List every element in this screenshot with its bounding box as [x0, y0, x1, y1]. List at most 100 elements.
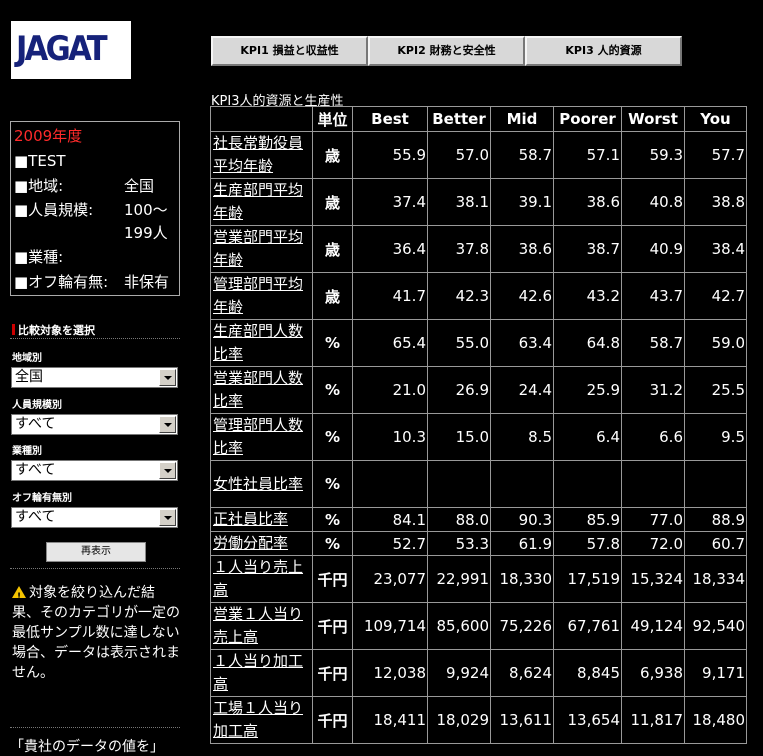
- value-cell: 8.5: [490, 413, 554, 461]
- value-cell: 23,077: [352, 555, 428, 603]
- value-cell: 57.1: [553, 131, 622, 179]
- metric-name-link[interactable]: １人当り加工高: [210, 649, 313, 697]
- tab-kpi3[interactable]: KPI3 人的資源: [525, 36, 682, 66]
- value-cell: 15.0: [427, 413, 491, 461]
- value-cell: 41.7: [352, 272, 428, 320]
- kpi-table: 単位 Best Better Mid Poorer Worst You 社長常勤役員平均年齢…: [210, 106, 747, 744]
- metric-name-link[interactable]: 管理部門人数比率: [210, 413, 313, 461]
- offset-key: ■オフ輪有無:: [14, 273, 109, 291]
- value-cell: 37.8: [427, 225, 491, 273]
- table-row: 女性社員比率%: [210, 460, 747, 508]
- value-cell: 25.5: [684, 366, 747, 414]
- value-cell: 67,761: [553, 602, 622, 650]
- table-row: 生産部門平均年齢歳 37.4 38.1 39.1 38.6 40.8 38.8: [210, 178, 747, 226]
- metric-name-link[interactable]: 生産部門平均年齢: [210, 178, 313, 226]
- tab-kpi1[interactable]: KPI1 損益と収益性: [211, 36, 368, 66]
- tab-kpi2[interactable]: KPI2 財務と安全性: [368, 36, 525, 66]
- value-cell: [553, 460, 622, 508]
- metric-name-link[interactable]: 営業部門平均年齢: [210, 225, 313, 273]
- metric-name-link[interactable]: 社長常勤役員平均年齢: [210, 131, 313, 179]
- warning-icon: [12, 586, 26, 607]
- table-row: １人当り加工高 千円 12,038 9,924 8,624 8,845 6,938 9,171: [210, 649, 747, 697]
- value-cell: 18,480: [684, 696, 747, 744]
- metric-name-link[interactable]: 管理部門平均年齢: [210, 272, 313, 320]
- column-header: Worst: [621, 106, 685, 132]
- chevron-down-icon[interactable]: [159, 416, 176, 433]
- chevron-down-icon[interactable]: [159, 462, 176, 479]
- metric-name-link[interactable]: 工場１人当り加工高: [210, 696, 313, 744]
- value-cell: 92,540: [684, 602, 747, 650]
- size-filter-label: 人員規模別: [12, 400, 62, 411]
- divider: [10, 568, 180, 569]
- value-cell: 18,334: [684, 555, 747, 603]
- size-select[interactable]: すべて: [11, 414, 178, 435]
- jagat-logo[interactable]: JAGAT: [11, 21, 131, 79]
- metric-name-link[interactable]: 生産部門人数比率: [210, 319, 313, 367]
- industry-row: ■業種:: [14, 245, 176, 270]
- value-cell: 31.2: [621, 366, 685, 414]
- value-cell: 17,519: [553, 555, 622, 603]
- table-header-row: 単位 Best Better Mid Poorer Worst You: [210, 106, 747, 132]
- value-cell: 22,991: [427, 555, 491, 603]
- value-cell: 72.0: [621, 531, 685, 556]
- value-cell: 58.7: [621, 319, 685, 367]
- unit-cell: %: [312, 460, 353, 508]
- value-cell: 42.3: [427, 272, 491, 320]
- industry-key: ■業種:: [14, 248, 64, 266]
- chevron-down-icon[interactable]: [159, 509, 176, 526]
- value-cell: 57.8: [553, 531, 622, 556]
- unit-cell: 歳: [312, 178, 353, 226]
- value-cell: 57.0: [427, 131, 491, 179]
- redisplay-button[interactable]: 再表示: [46, 542, 146, 562]
- industry-select[interactable]: すべて: [11, 460, 178, 481]
- metric-name-link[interactable]: 女性社員比率: [210, 460, 313, 508]
- metric-name-link[interactable]: 労働分配率: [210, 531, 313, 556]
- table-row: 労働分配率% 52.7 53.3 61.9 57.8 72.0 60.7: [210, 531, 747, 556]
- value-cell: 55.9: [352, 131, 428, 179]
- value-cell: 6.4: [553, 413, 622, 461]
- company-data-link[interactable]: 「貴社のデータの値を」: [10, 736, 164, 756]
- metric-name-link[interactable]: 営業１人当り売上高: [210, 602, 313, 650]
- value-cell: [427, 460, 491, 508]
- chevron-down-icon[interactable]: [159, 369, 176, 386]
- value-cell: 88.9: [684, 507, 747, 532]
- sample-size-note: 対象を絞り込んだ結果、そのカテゴリが一定の最低サンプル数に達しない場合、データは…: [12, 583, 182, 683]
- unit-cell: 千円: [312, 696, 353, 744]
- table-row: 管理部門人数比率% 10.3 15.0 8.5 6.4 6.6 9.5: [210, 413, 747, 461]
- value-cell: 64.8: [553, 319, 622, 367]
- unit-cell: 歳: [312, 131, 353, 179]
- value-cell: 49,124: [621, 602, 685, 650]
- unit-cell: 歳: [312, 272, 353, 320]
- value-cell: 85.9: [553, 507, 622, 532]
- offset-value: 非保有: [124, 273, 170, 291]
- value-cell: 8,845: [553, 649, 622, 697]
- divider: [10, 727, 180, 728]
- region-filter-label: 地域別: [12, 353, 42, 364]
- value-cell: [684, 460, 747, 508]
- unit-cell: %: [312, 507, 353, 532]
- value-cell: 90.3: [490, 507, 554, 532]
- value-cell: 42.7: [684, 272, 747, 320]
- metric-name-link[interactable]: １人当り売上高: [210, 555, 313, 603]
- offset-select[interactable]: すべて: [11, 507, 178, 528]
- value-cell: 18,029: [427, 696, 491, 744]
- value-cell: [352, 460, 428, 508]
- company-name: ■TEST: [14, 152, 66, 170]
- value-cell: 52.7: [352, 531, 428, 556]
- value-cell: 26.9: [427, 366, 491, 414]
- table-row: 営業部門平均年齢歳 36.4 37.8 38.6 38.7 40.9 38.4: [210, 225, 747, 273]
- value-cell: 36.4: [352, 225, 428, 273]
- column-header: Mid: [490, 106, 554, 132]
- region-select[interactable]: 全国: [11, 367, 178, 388]
- column-header: Poorer: [553, 106, 622, 132]
- value-cell: 6.6: [621, 413, 685, 461]
- offset-row: ■オフ輪有無: 非保有: [14, 270, 176, 295]
- value-cell: 42.6: [490, 272, 554, 320]
- value-cell: 59.0: [684, 319, 747, 367]
- value-cell: 8,624: [490, 649, 554, 697]
- unit-cell: 千円: [312, 555, 353, 603]
- metric-name-link[interactable]: 正社員比率: [210, 507, 313, 532]
- metric-name-link[interactable]: 営業部門人数比率: [210, 366, 313, 414]
- unit-cell: 千円: [312, 649, 353, 697]
- heading-marker-icon: [12, 324, 15, 335]
